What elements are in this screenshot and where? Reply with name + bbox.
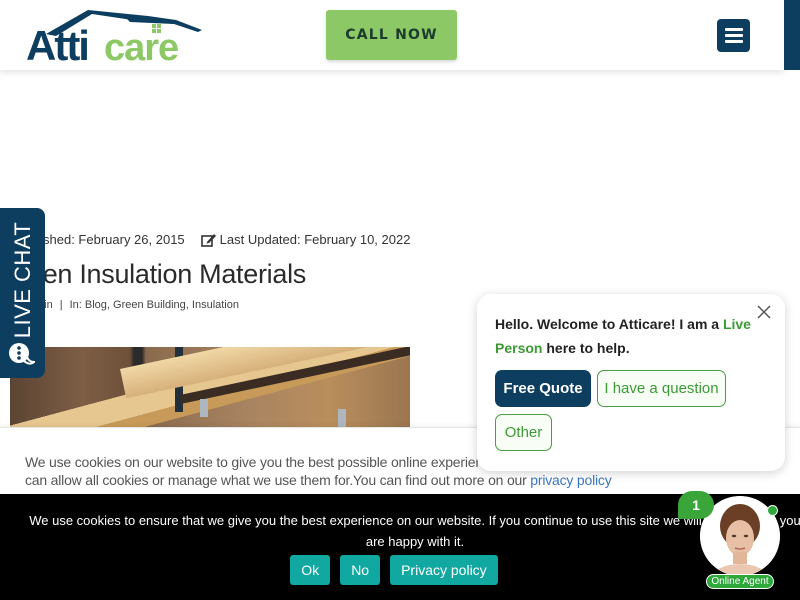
site-header: Atti care CALL NOW bbox=[0, 0, 784, 70]
header-side-bar bbox=[784, 0, 800, 70]
svg-text:care: care bbox=[104, 27, 178, 64]
live-chat-tab[interactable]: LIVE CHAT bbox=[0, 208, 45, 378]
other-button[interactable]: Other bbox=[495, 414, 552, 451]
call-now-button[interactable]: CALL NOW bbox=[326, 10, 457, 60]
chat-greeting-popup: Hello. Welcome to Atticare! I am a Live … bbox=[477, 294, 785, 471]
privacy-policy-link[interactable]: privacy policy bbox=[530, 472, 611, 488]
category-links[interactable]: Blog, Green Building, Insulation bbox=[85, 299, 239, 311]
cookie-no-button[interactable]: No bbox=[340, 555, 381, 585]
online-agent-label: Online Agent bbox=[706, 574, 774, 589]
last-updated-date: Last Updated: February 10, 2022 bbox=[219, 232, 411, 247]
menu-button[interactable] bbox=[717, 19, 750, 52]
chat-bubble-icon bbox=[7, 340, 37, 368]
cookie-ok-button[interactable]: Ok bbox=[290, 555, 331, 585]
categories-prefix: In: bbox=[69, 299, 82, 311]
article-title: een Insulation Materials bbox=[28, 259, 306, 289]
unread-count-badge: 1 bbox=[678, 491, 714, 519]
cookie-privacy-policy-button[interactable]: Privacy policy bbox=[390, 555, 498, 585]
live-chat-label: LIVE CHAT bbox=[9, 221, 35, 339]
edit-icon bbox=[200, 233, 216, 247]
hamburger-icon bbox=[724, 28, 743, 31]
svg-text:Atti: Atti bbox=[26, 22, 88, 64]
online-status-dot bbox=[767, 505, 778, 516]
free-quote-button[interactable]: Free Quote bbox=[495, 370, 591, 407]
question-button[interactable]: I have a question bbox=[597, 370, 726, 407]
chat-greeting-text: Hello. Welcome to Atticare! I am a Live … bbox=[495, 316, 751, 356]
article-featured-image bbox=[10, 347, 410, 427]
published-date: blished: February 26, 2015 bbox=[30, 232, 185, 247]
post-dates: blished: February 26, 2015 Last Updated:… bbox=[30, 232, 411, 247]
atticare-logo-graphic: Atti care bbox=[26, 10, 202, 64]
atticare-logo[interactable]: Atti care bbox=[26, 8, 206, 64]
post-byline: min|In: Blog, Green Building, Insulation bbox=[35, 299, 239, 311]
